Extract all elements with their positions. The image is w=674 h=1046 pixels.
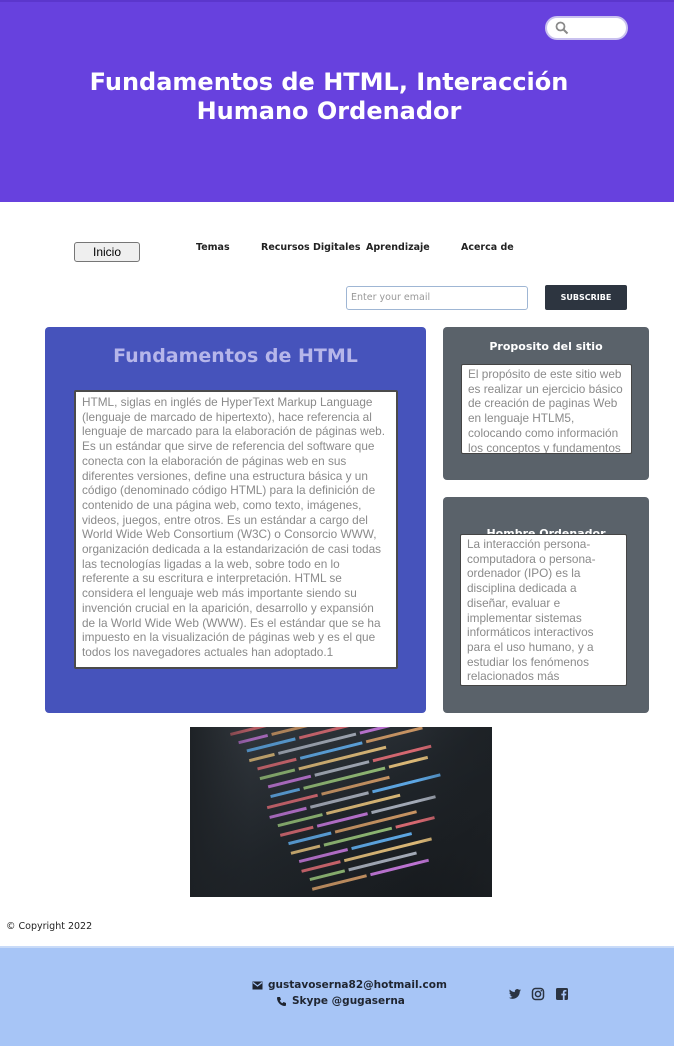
proposito-card: Proposito del sitio El propósito de este… [443, 327, 649, 480]
twitter-icon[interactable] [508, 987, 522, 1001]
footer-email-text[interactable]: gustavoserna82@hotmail.com [268, 979, 447, 991]
nav-inicio-button[interactable]: Inicio [74, 242, 140, 262]
main-card-title: Fundamentos de HTML [113, 345, 358, 367]
proposito-card-textarea[interactable]: El propósito de este sitio web es realiz… [461, 364, 632, 454]
facebook-icon[interactable] [555, 987, 569, 1001]
instagram-icon[interactable] [531, 987, 545, 1001]
nav-acerca-link[interactable]: Acerca de [461, 242, 514, 253]
nav-recursos-link[interactable]: Recursos Digitales [261, 242, 361, 253]
footer-skype: Skype @gugaserna [276, 995, 405, 1007]
code-screen-image [190, 727, 492, 897]
proposito-card-title: Proposito del sitio [489, 340, 603, 353]
main-card-textarea[interactable]: HTML, siglas en inglés de HyperText Mark… [74, 390, 398, 669]
footer-email: gustavoserna82@hotmail.com [252, 979, 447, 991]
main-card: Fundamentos de HTML HTML, siglas en ingl… [45, 327, 426, 713]
footer-skype-text[interactable]: Skype @gugaserna [292, 995, 405, 1007]
footer: gustavoserna82@hotmail.com Skype @gugase… [0, 946, 674, 1046]
nav-aprendizaje-link[interactable]: Aprendizaje [366, 242, 430, 253]
search-input[interactable] [545, 16, 628, 40]
hombre-card: Hombre Ordenador La interacción persona-… [443, 497, 649, 713]
mail-icon [252, 981, 263, 989]
page-title: Fundamentos de HTML, Interacción Humano … [89, 68, 569, 125]
search-icon [555, 21, 569, 35]
hombre-card-textarea[interactable]: La interacción persona-computadora o per… [460, 534, 627, 686]
phone-icon [277, 996, 286, 1006]
email-field[interactable]: Enter your email [346, 286, 528, 310]
hero-banner: Fundamentos de HTML, Interacción Humano … [0, 0, 674, 202]
nav-temas-link[interactable]: Temas [196, 242, 230, 253]
copyright-text: © Copyright 2022 [6, 921, 93, 932]
subscribe-button[interactable]: SUBSCRIBE [545, 285, 627, 310]
